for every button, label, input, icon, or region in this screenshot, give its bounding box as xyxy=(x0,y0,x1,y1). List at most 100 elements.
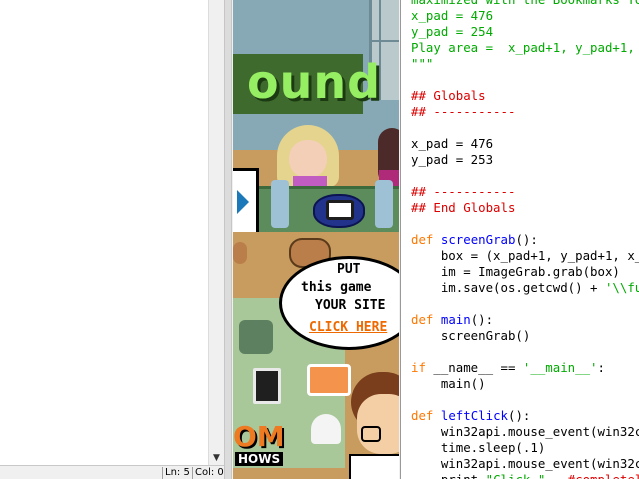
game-logo-subtext: HOWS xyxy=(235,452,284,466)
left-editor-pane[interactable]: ▼ Ln: 5 Col: 0 xyxy=(0,0,232,479)
code-editor-pane[interactable]: maximized with the Bookmarks Toolbarx_pa… xyxy=(400,0,639,479)
code-line: maximized with the Bookmarks Toolbar xyxy=(411,0,639,8)
code-line: box = (x_pad+1, y_pad+1, x_pad+ xyxy=(411,248,639,264)
code-token: ## End Globals xyxy=(411,200,516,215)
code-line: screenGrab() xyxy=(411,328,639,344)
vertical-scrollbar[interactable]: ▼ xyxy=(208,0,224,465)
status-bar: Ln: 5 Col: 0 xyxy=(0,465,232,479)
game-title-text: ound xyxy=(247,55,382,109)
code-line: ## End Globals xyxy=(411,200,639,216)
code-token: : xyxy=(597,360,605,375)
code-token: def xyxy=(411,312,434,327)
left-editor-text-area[interactable] xyxy=(0,0,208,465)
code-token: '\\full_ xyxy=(604,280,639,295)
code-line: main() xyxy=(411,376,639,392)
ingredient-salmon[interactable] xyxy=(307,364,351,396)
code-line: def leftClick(): xyxy=(411,408,639,424)
code-line: def screenGrab(): xyxy=(411,232,639,248)
code-line: im = ImageGrab.grab(box) xyxy=(411,264,639,280)
code-line: ## Globals xyxy=(411,88,639,104)
ad-click-here-link[interactable]: CLICK HERE xyxy=(309,320,387,335)
avatar-boy-glasses xyxy=(361,426,381,442)
code-token: (): xyxy=(470,312,494,327)
code-token: ## ----------- xyxy=(411,104,516,119)
sushi-roll xyxy=(326,200,354,220)
code-token: print xyxy=(411,472,486,479)
code-token: win32api.mouse_event(win32con.M xyxy=(440,424,639,439)
code-token: '__main__' xyxy=(522,360,598,375)
customer-blonde-face xyxy=(289,140,327,178)
sake-cup xyxy=(271,180,289,228)
code-token: """ xyxy=(411,56,434,71)
code-line: x_pad = 476 xyxy=(411,136,639,152)
code-text[interactable]: maximized with the Bookmarks Toolbarx_pa… xyxy=(411,0,639,479)
code-token: screenGrab() xyxy=(411,328,531,343)
code-token: box = (x_pad+1, y_pad+1, x_pad+ xyxy=(440,248,639,263)
code-token: im = ImageGrab.grab(box) xyxy=(411,264,620,279)
ingredient-sushi[interactable] xyxy=(233,242,247,264)
avatar-boy-face xyxy=(357,394,399,454)
ad-line-2: this game xyxy=(301,280,372,295)
code-token: main() xyxy=(411,376,486,391)
code-line: time.sleep(.1) xyxy=(411,440,639,456)
code-token: im.save(os.getcwd() + xyxy=(411,280,605,295)
sake-cup xyxy=(375,180,393,228)
game-window-grid xyxy=(369,40,399,42)
code-line: """ xyxy=(411,56,639,72)
code-token: ## Globals xyxy=(411,88,486,103)
code-token: screenGrab xyxy=(440,232,516,247)
code-line: x_pad = 476 xyxy=(411,8,639,24)
code-line: Play area = x_pad+1, y_pad+1, 796 xyxy=(411,40,639,56)
pane-divider[interactable] xyxy=(224,0,232,479)
code-token: maximized with the Bookmarks Toolbar xyxy=(411,0,639,7)
ad-line-1: PUT xyxy=(337,262,361,277)
code-token: ## ----------- xyxy=(411,184,516,199)
code-token: win32api.mouse_event(win32con.M xyxy=(440,456,639,471)
code-line: if __name__ == '__main__': xyxy=(411,360,639,376)
scroll-down-arrow-icon[interactable]: ▼ xyxy=(211,453,222,463)
code-line: ## ----------- xyxy=(411,184,639,200)
ad-line-3: YOUR SITE xyxy=(315,298,386,313)
code-token: y_pad = 253 xyxy=(411,152,494,167)
code-token: (): xyxy=(515,232,538,247)
game-logo-text: OM xyxy=(233,420,285,453)
code-token: __name__ == xyxy=(425,360,523,375)
code-token: y_pad = 254 xyxy=(411,24,494,39)
code-token: "Click." xyxy=(486,472,546,479)
code-line: im.save(os.getcwd() + '\\full_ xyxy=(411,280,639,296)
ingredient-nori[interactable] xyxy=(253,368,281,404)
code-line: print "Click." #completely xyxy=(411,472,639,479)
code-token: Play area = x_pad+1, y_pad+1, 796 xyxy=(411,40,635,55)
code-token: main xyxy=(440,312,471,327)
ingredient-rice[interactable] xyxy=(311,414,341,444)
play-arrow-icon[interactable] xyxy=(237,190,249,214)
code-line: def main(): xyxy=(411,312,639,328)
code-token: leftClick xyxy=(440,408,508,423)
code-token: if xyxy=(411,360,426,375)
code-token: x_pad = 476 xyxy=(411,8,494,23)
code-token: time.sleep(.1) xyxy=(411,440,546,455)
code-line: ## ----------- xyxy=(411,104,639,120)
code-line: y_pad = 254 xyxy=(411,24,639,40)
ingredient-roe[interactable] xyxy=(239,320,273,354)
code-token: def xyxy=(411,232,434,247)
game-window[interactable]: ound PUT this game YOUR SITE CLICK HERE … xyxy=(233,0,399,479)
code-token: #completely xyxy=(545,472,639,479)
code-token: x_pad = 476 xyxy=(411,136,494,151)
status-line-number: Ln: 5 xyxy=(162,467,192,479)
code-line: win32api.mouse_event(win32con.M xyxy=(411,424,639,440)
code-token: (): xyxy=(508,408,531,423)
code-line: y_pad = 253 xyxy=(411,152,639,168)
code-line: win32api.mouse_event(win32con.M xyxy=(411,456,639,472)
code-token: def xyxy=(411,408,434,423)
